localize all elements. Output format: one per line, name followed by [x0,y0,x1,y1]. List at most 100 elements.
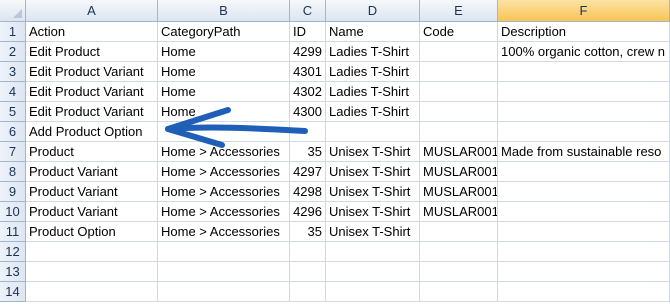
cell-d6[interactable] [326,122,420,142]
cell-f13[interactable] [498,262,670,282]
cell-f2[interactable]: 100% organic cotton, crew n [498,42,670,62]
cell-b13[interactable] [158,262,290,282]
row-header-3[interactable]: 3 [0,62,26,82]
cell-e9[interactable]: MUSLAR001 [420,182,498,202]
cell-b7[interactable]: Home > Accessories [158,142,290,162]
cell-f14[interactable] [498,282,670,302]
cell-b14[interactable] [158,282,290,302]
cell-b9[interactable]: Home > Accessories [158,182,290,202]
cell-e8[interactable]: MUSLAR001 [420,162,498,182]
cell-b2[interactable]: Home [158,42,290,62]
cell-d1[interactable]: Name [326,22,420,42]
row-header-12[interactable]: 12 [0,242,26,262]
cell-b11[interactable]: Home > Accessories [158,222,290,242]
cell-f6[interactable] [498,122,670,142]
select-all-corner[interactable] [0,0,26,22]
cell-a11[interactable]: Product Option [26,222,158,242]
cell-a10[interactable]: Product Variant [26,202,158,222]
cell-f12[interactable] [498,242,670,262]
cell-a4[interactable]: Edit Product Variant [26,82,158,102]
cell-f8[interactable] [498,162,670,182]
cell-c11[interactable]: 35 [290,222,326,242]
cell-e6[interactable] [420,122,498,142]
cell-c10[interactable]: 4296 [290,202,326,222]
row-header-8[interactable]: 8 [0,162,26,182]
row-header-7[interactable]: 7 [0,142,26,162]
cell-d13[interactable] [326,262,420,282]
cell-b3[interactable]: Home [158,62,290,82]
cell-b10[interactable]: Home > Accessories [158,202,290,222]
cell-a13[interactable] [26,262,158,282]
cell-c13[interactable] [290,262,326,282]
cell-a7[interactable]: Product [26,142,158,162]
column-header-a[interactable]: A [26,0,158,22]
cell-c3[interactable]: 4301 [290,62,326,82]
row-header-10[interactable]: 10 [0,202,26,222]
cell-d9[interactable]: Unisex T-Shirt [326,182,420,202]
cell-e11[interactable] [420,222,498,242]
row-header-14[interactable]: 14 [0,282,26,302]
cell-f7[interactable]: Made from sustainable reso [498,142,670,162]
cell-c2[interactable]: 4299 [290,42,326,62]
cell-c12[interactable] [290,242,326,262]
cell-d8[interactable]: Unisex T-Shirt [326,162,420,182]
column-header-d[interactable]: D [326,0,420,22]
cell-a6[interactable]: Add Product Option [26,122,158,142]
cell-a3[interactable]: Edit Product Variant [26,62,158,82]
cell-b5[interactable]: Home [158,102,290,122]
cell-a12[interactable] [26,242,158,262]
cell-b4[interactable]: Home [158,82,290,102]
cell-c7[interactable]: 35 [290,142,326,162]
cell-d4[interactable]: Ladies T-Shirt [326,82,420,102]
cell-e4[interactable] [420,82,498,102]
cell-a2[interactable]: Edit Product [26,42,158,62]
row-header-1[interactable]: 1 [0,22,26,42]
cell-d3[interactable]: Ladies T-Shirt [326,62,420,82]
cell-c5[interactable]: 4300 [290,102,326,122]
cell-b6[interactable] [158,122,290,142]
cell-e12[interactable] [420,242,498,262]
cell-f1[interactable]: Description [498,22,670,42]
cell-e14[interactable] [420,282,498,302]
row-header-4[interactable]: 4 [0,82,26,102]
cell-f11[interactable] [498,222,670,242]
cell-b1[interactable]: CategoryPath [158,22,290,42]
cell-e13[interactable] [420,262,498,282]
column-header-f[interactable]: F [498,0,670,22]
cell-c1[interactable]: ID [290,22,326,42]
cell-d10[interactable]: Unisex T-Shirt [326,202,420,222]
cell-a5[interactable]: Edit Product Variant [26,102,158,122]
cell-c8[interactable]: 4297 [290,162,326,182]
cell-b12[interactable] [158,242,290,262]
row-header-9[interactable]: 9 [0,182,26,202]
row-header-6[interactable]: 6 [0,122,26,142]
row-header-5[interactable]: 5 [0,102,26,122]
cell-c6[interactable] [290,122,326,142]
cell-a9[interactable]: Product Variant [26,182,158,202]
cell-c9[interactable]: 4298 [290,182,326,202]
cell-e1[interactable]: Code [420,22,498,42]
cell-a14[interactable] [26,282,158,302]
cell-f4[interactable] [498,82,670,102]
cell-a1[interactable]: Action [26,22,158,42]
column-header-c[interactable]: C [290,0,326,22]
cell-c14[interactable] [290,282,326,302]
cell-f5[interactable] [498,102,670,122]
cell-e7[interactable]: MUSLAR001 [420,142,498,162]
cell-e10[interactable]: MUSLAR001 [420,202,498,222]
column-header-e[interactable]: E [420,0,498,22]
cell-a8[interactable]: Product Variant [26,162,158,182]
cell-f10[interactable] [498,202,670,222]
cell-e2[interactable] [420,42,498,62]
row-header-2[interactable]: 2 [0,42,26,62]
cell-d14[interactable] [326,282,420,302]
cell-c4[interactable]: 4302 [290,82,326,102]
cell-d11[interactable]: Unisex T-Shirt [326,222,420,242]
row-header-11[interactable]: 11 [0,222,26,242]
cell-b8[interactable]: Home > Accessories [158,162,290,182]
cell-d7[interactable]: Unisex T-Shirt [326,142,420,162]
cell-d2[interactable]: Ladies T-Shirt [326,42,420,62]
cell-d5[interactable]: Ladies T-Shirt [326,102,420,122]
cell-f3[interactable] [498,62,670,82]
cell-f9[interactable] [498,182,670,202]
